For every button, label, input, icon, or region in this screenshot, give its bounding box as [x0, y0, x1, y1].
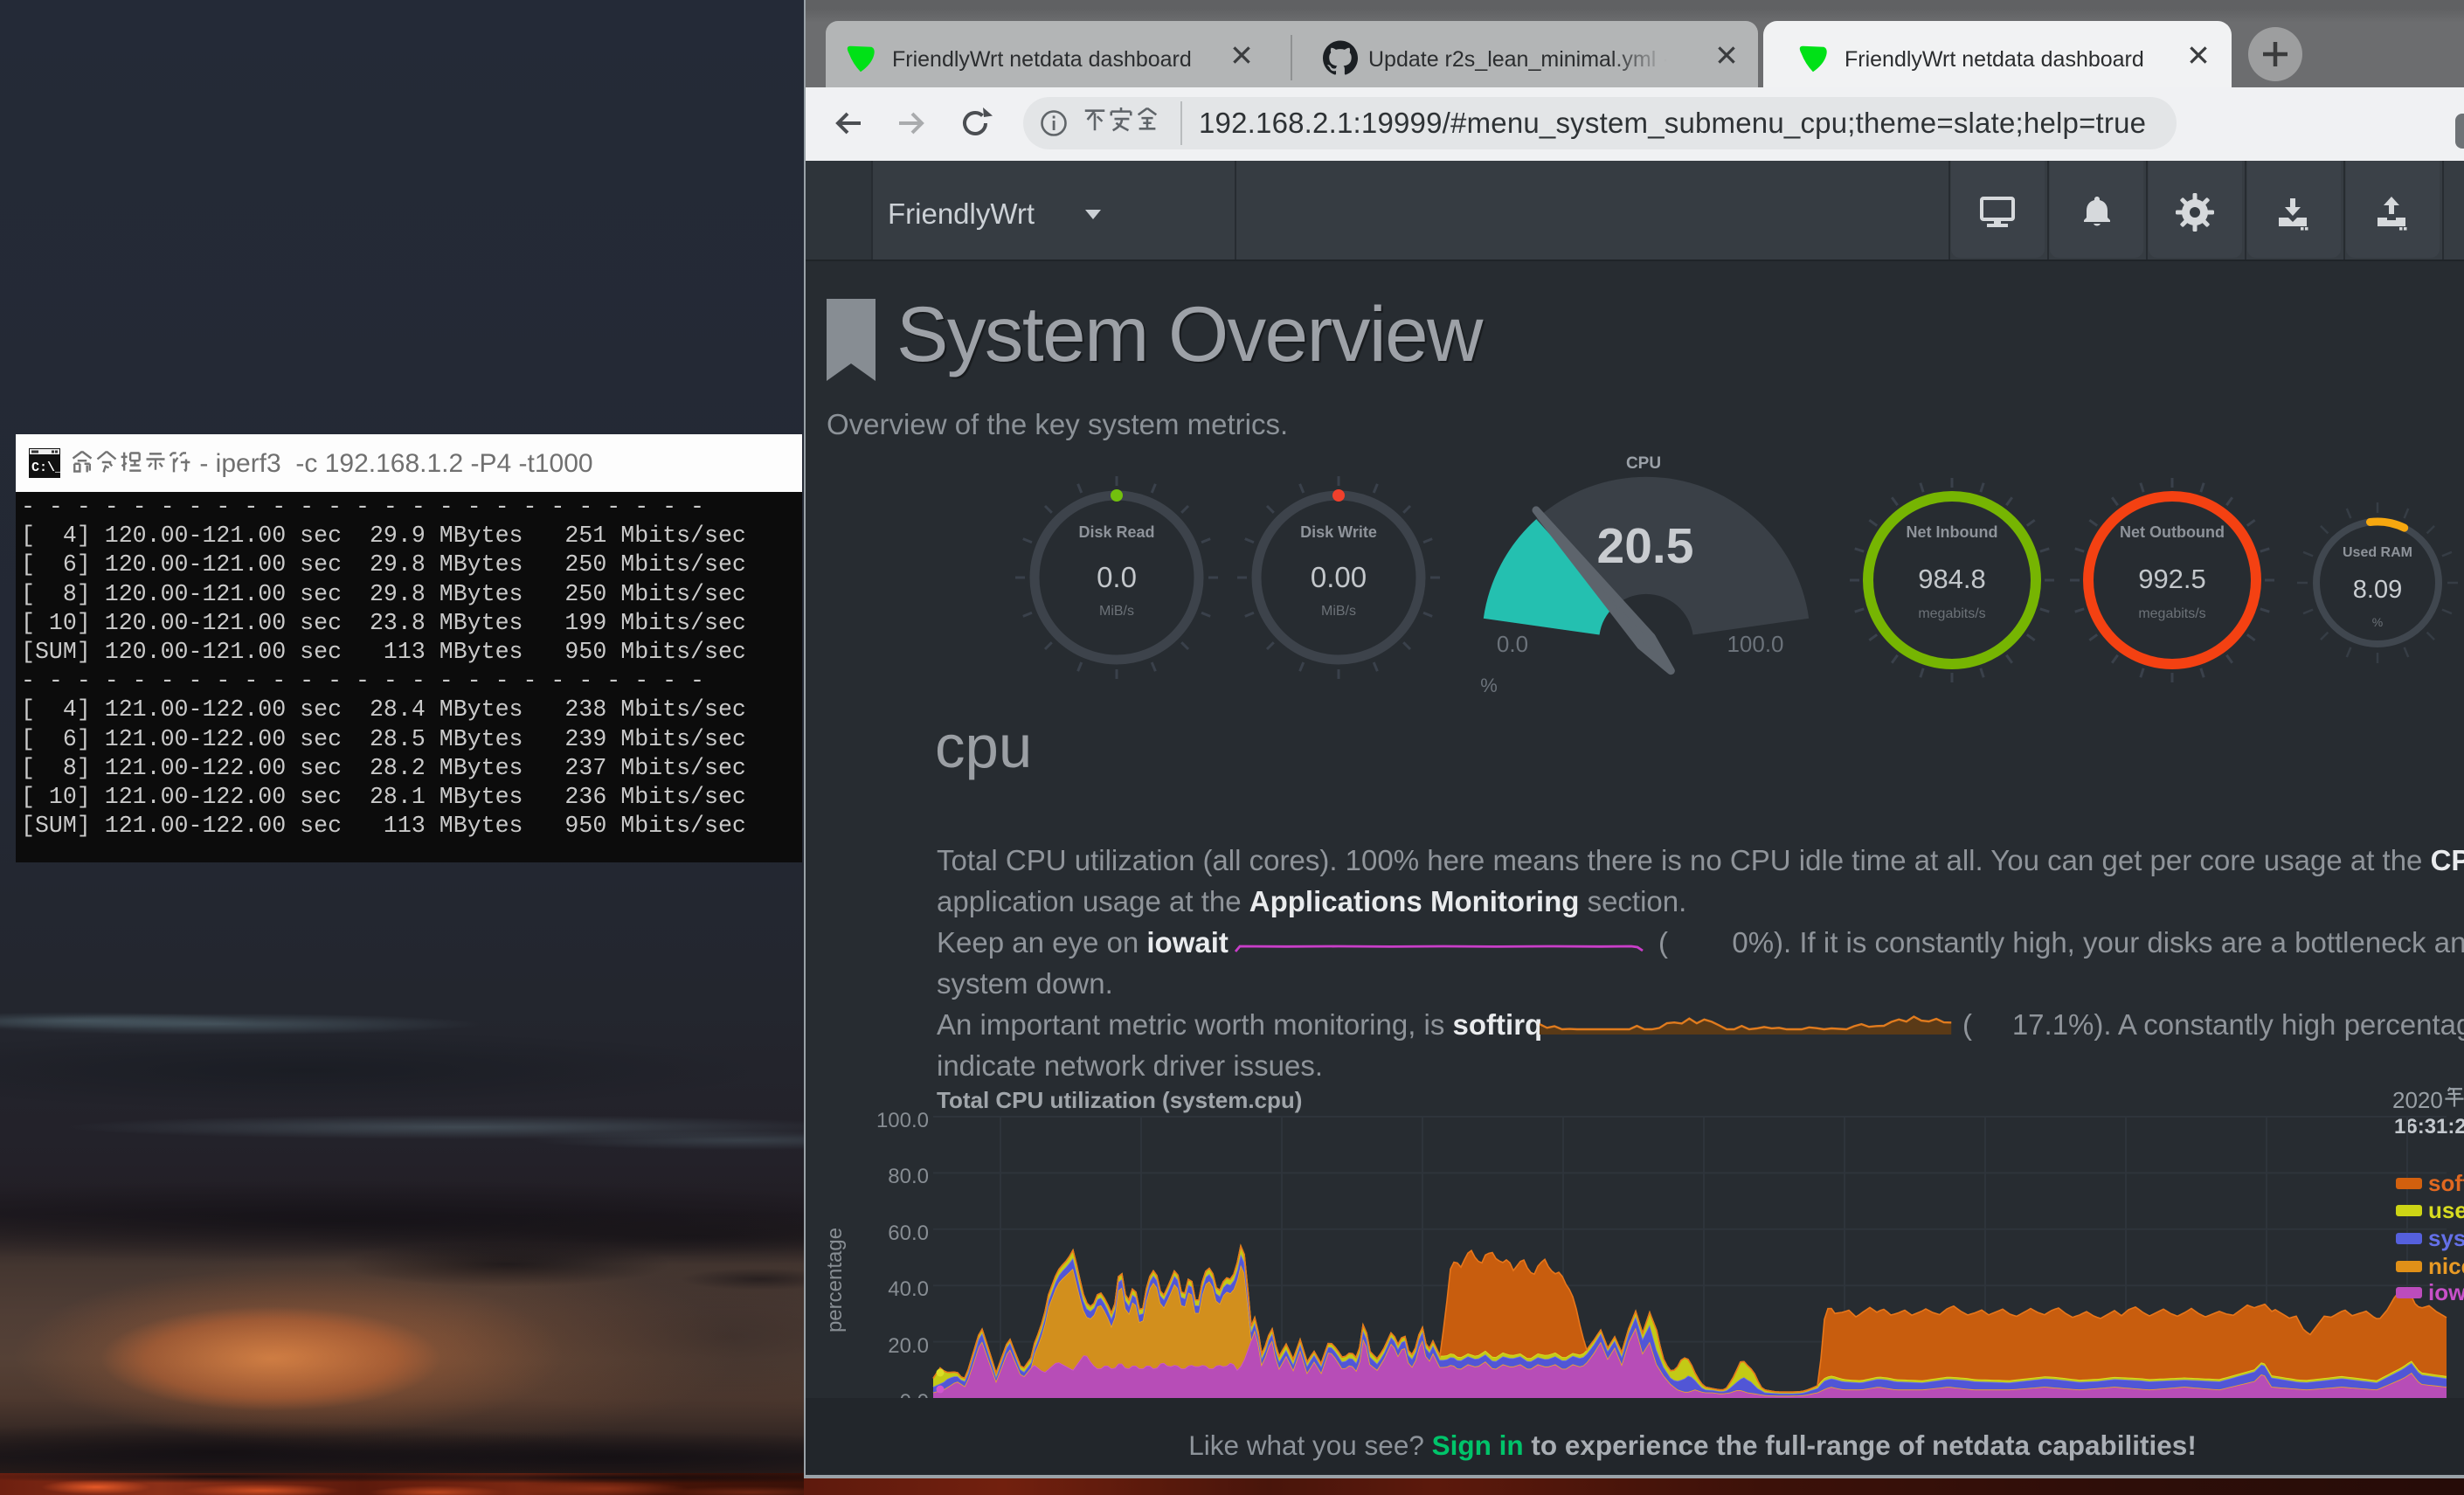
svg-text:C:\_: C:\_	[31, 460, 60, 475]
